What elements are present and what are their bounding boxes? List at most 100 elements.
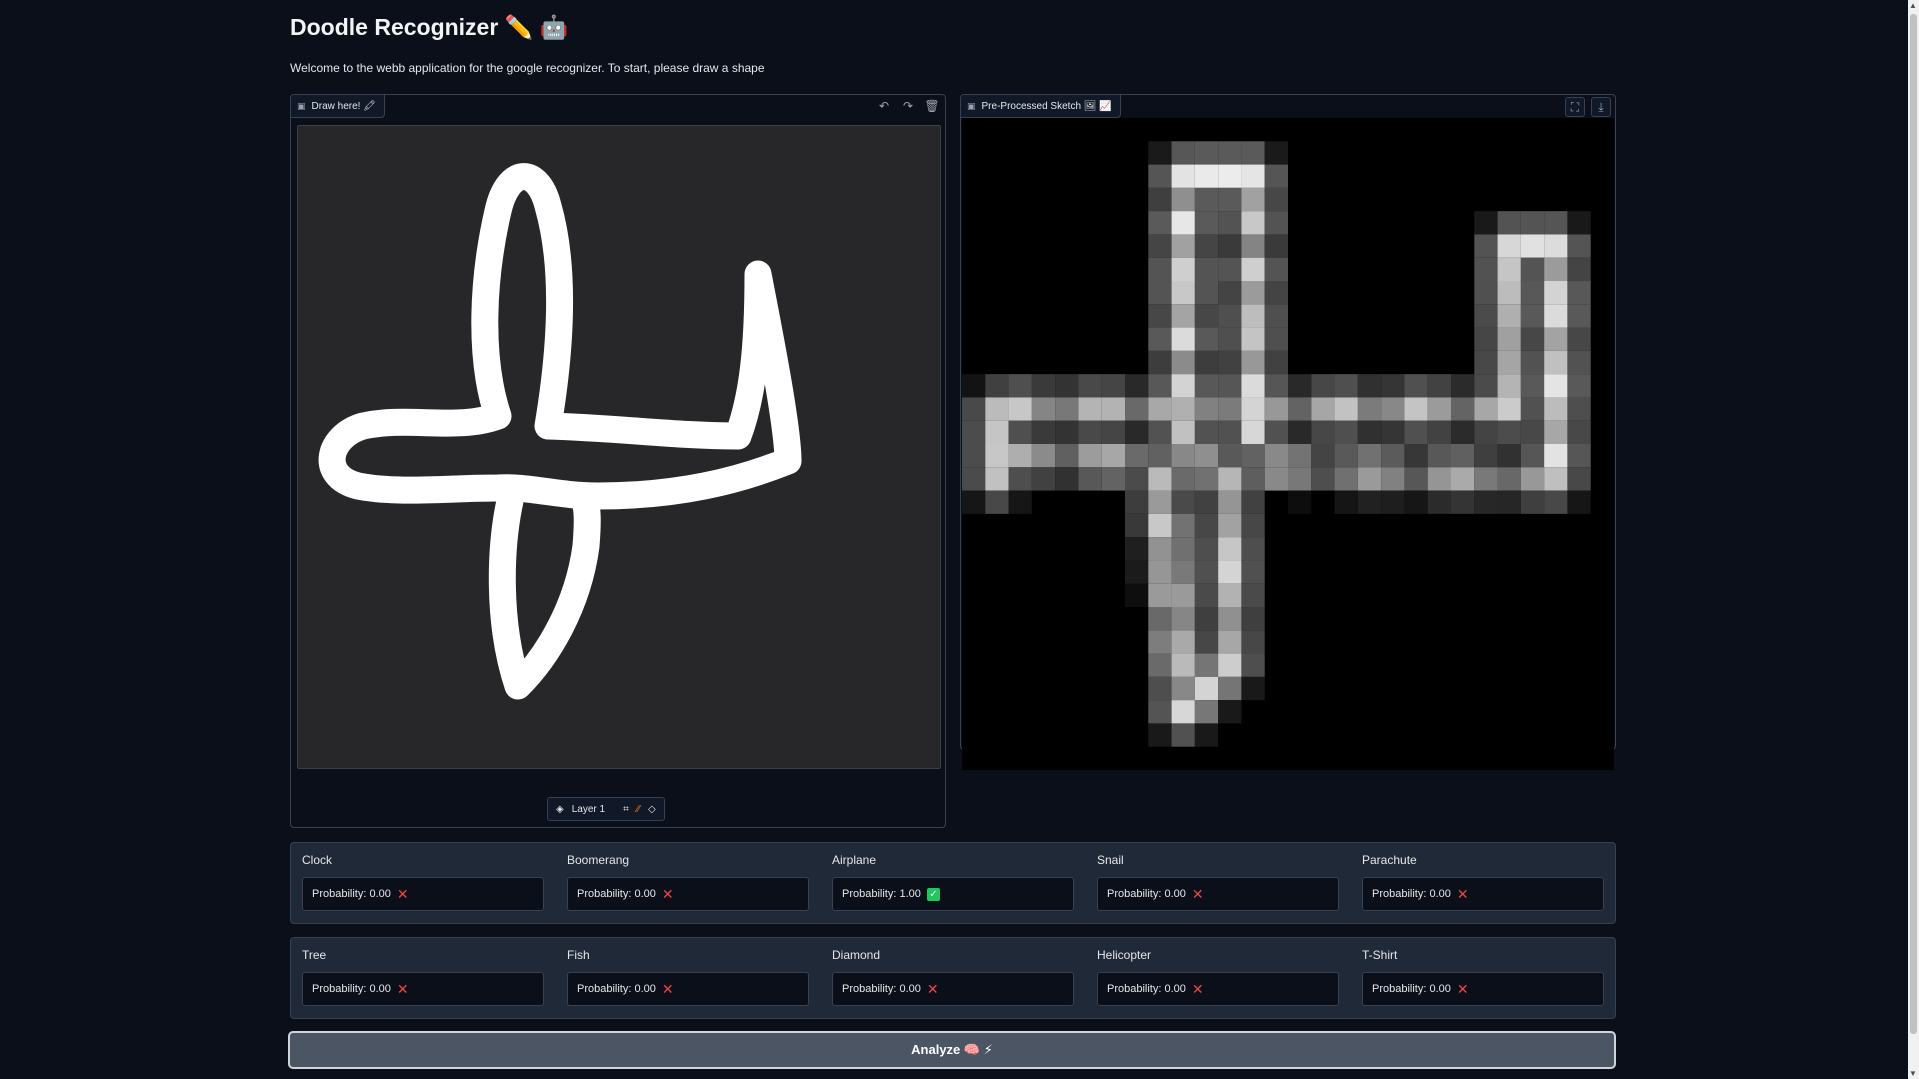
scroll-down-icon[interactable]: ▼ [1909, 1069, 1917, 1078]
sketch-pixel [1544, 490, 1568, 514]
analyze-button[interactable]: Analyze 🧠 ⚡ [288, 1031, 1616, 1069]
sketch-pixel [1125, 537, 1149, 561]
prediction-snail: Snail Probability: 0.00 ✕ [1097, 843, 1341, 923]
sketch-pixel [1451, 467, 1475, 491]
crop-icon[interactable]: ⌗ [623, 804, 629, 815]
drawing-canvas[interactable] [297, 125, 941, 769]
sketch-pixel [1241, 513, 1265, 538]
sketch-pixel [1427, 420, 1451, 444]
scroll-thumb[interactable] [1910, 14, 1917, 1034]
sketch-pixel [1218, 676, 1242, 701]
prediction-value-box: Probability: 0.00 ✕ [567, 972, 809, 1006]
sketch-pixel [1241, 141, 1265, 165]
layer-bar: ◈ Layer 1 ⌗ ⁄⁄ ◇ [547, 797, 665, 821]
redo-icon[interactable]: ↷ [899, 97, 917, 115]
sketch-pixel [1171, 234, 1195, 258]
sketch-pixel [1171, 653, 1195, 677]
sketch-pixel [1194, 164, 1219, 188]
sketch-pixel [1194, 374, 1219, 398]
sketch-pixel [1218, 304, 1242, 328]
sketch-pixel [1544, 211, 1568, 235]
sketch-pixel [1357, 467, 1382, 491]
sketch-pixel [1171, 583, 1195, 607]
sketch-pixel [1078, 420, 1102, 444]
fullscreen-icon[interactable]: ⛶ [1565, 97, 1585, 117]
sketch-pixel [985, 397, 1009, 421]
prediction-label: Parachute [1362, 853, 1417, 867]
sketch-pixel [1241, 537, 1265, 561]
download-icon[interactable]: ⤓ [1591, 97, 1611, 117]
prediction-label: Boomerang [567, 853, 630, 867]
scrollbar[interactable]: ▲ ▼ [1908, 0, 1919, 1079]
sketch-pixel [1357, 444, 1382, 468]
sketch-pixel [1474, 211, 1498, 235]
prediction-diamond: Diamond Probability: 0.00 ✕ [832, 938, 1076, 1018]
sketch-pixel [1171, 490, 1195, 514]
sketch-pixel [1357, 374, 1382, 398]
undo-icon[interactable]: ↶ [875, 97, 893, 115]
sketch-pixel [1311, 444, 1335, 468]
sketch-pixel [1288, 467, 1312, 491]
sketch-pixel [1218, 630, 1242, 654]
sketch-pixel [1474, 444, 1498, 468]
sketch-pixel [1194, 350, 1219, 375]
prediction-tree: Tree Probability: 0.00 ✕ [302, 938, 546, 1018]
sketch-pixel [1311, 374, 1335, 398]
sketch-pixel [1404, 490, 1428, 514]
layer-label[interactable]: Layer 1 [572, 804, 605, 815]
sketch-pixel [1474, 420, 1498, 444]
cross-icon: ✕ [661, 885, 674, 902]
sketch-pixel [1241, 304, 1265, 328]
scroll-up-icon[interactable]: ▲ [1909, 1, 1917, 10]
probability-text: Probability: 0.00 [1107, 888, 1186, 900]
sketch-pixel [1474, 397, 1498, 421]
sketch-pixel [1381, 490, 1405, 514]
sketch-pixel [1427, 490, 1451, 514]
page-subtitle: Welcome to the webb application for the … [290, 61, 765, 75]
sketch-pixel [1148, 676, 1172, 701]
sketch-pixel [1264, 187, 1288, 212]
prediction-value-box: Probability: 0.00 ✕ [567, 877, 809, 911]
sketch-pixel [1264, 420, 1288, 444]
layers-icon[interactable]: ◈ [556, 804, 564, 815]
sketch-pixel [1311, 420, 1335, 444]
prediction-label: T-Shirt [1362, 948, 1398, 962]
sketch-pixel [1171, 420, 1195, 444]
sketch-pixel [1474, 304, 1498, 328]
sketch-pixel [1218, 350, 1242, 375]
sketch-pixel [1194, 676, 1219, 701]
eraser-icon[interactable]: ◇ [648, 804, 656, 815]
sketch-pixel [1334, 467, 1358, 491]
sketch-pixel [1194, 304, 1219, 328]
sketch-pixel [1288, 374, 1312, 398]
sketch-pixel [1148, 653, 1172, 677]
trash-icon[interactable]: 🗑 [923, 97, 941, 115]
sketch-pixel [1381, 420, 1405, 444]
sketch-pixel [1544, 444, 1568, 468]
probability-text: Probability: 0.00 [577, 983, 656, 995]
sketch-pixel [1241, 583, 1265, 607]
sketch-pixel [1264, 350, 1288, 375]
sketch-pixel [1520, 397, 1545, 421]
sketch-pixel [1148, 350, 1172, 375]
draw-panel: ▣ Draw here! 🖍 ↶ ↷ 🗑 ◈ Layer 1 ⌗ ⁄⁄ ◇ [290, 94, 946, 828]
sketch-pixel [962, 444, 986, 468]
sketch-pixel [1125, 467, 1149, 491]
sketch-pixel [962, 397, 986, 421]
brush-icon[interactable]: ⁄⁄ [637, 804, 640, 815]
sketch-pixel [1544, 234, 1568, 258]
probability-text: Probability: 0.00 [1372, 983, 1451, 995]
sketch-pixel [1264, 211, 1288, 235]
cross-icon: ✕ [1191, 980, 1204, 997]
sketch-pixel [1218, 164, 1242, 188]
sketch-pixel [1567, 444, 1591, 468]
sketch-pixel [1357, 420, 1382, 444]
predictions-row-1: Clock Probability: 0.00 ✕ Boomerang Probabil… [290, 842, 1616, 924]
sketch-pixel [1520, 234, 1545, 258]
sketch-pixel [1567, 350, 1591, 375]
sketch-pixel [1381, 374, 1405, 398]
preview-image [962, 118, 1614, 770]
sketch-pixel [1218, 467, 1242, 491]
sketch-pixel [1474, 281, 1498, 305]
sketch-pixel [1241, 560, 1265, 584]
